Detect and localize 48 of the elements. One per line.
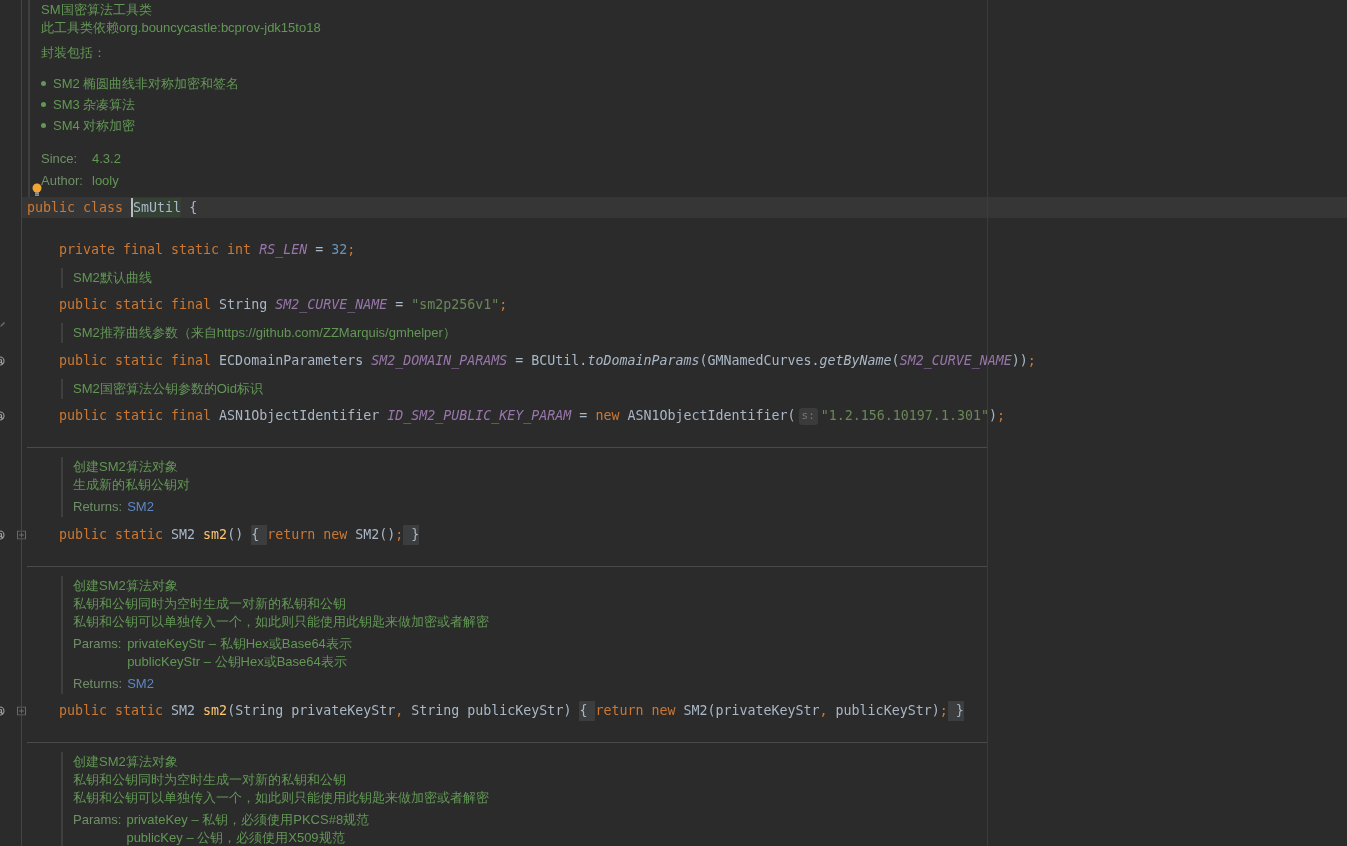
doc-text: SM2 椭圆曲线非对称加密和签名 (53, 74, 240, 93)
doc-text: looly (92, 172, 119, 190)
tag-label: Returns: (73, 498, 123, 516)
doc-text: SM4 对称加密 (53, 116, 136, 135)
doc-text: SM3 杂凑算法 (53, 95, 136, 114)
doc-text: 4.3.2 (92, 150, 121, 168)
doc-text: 创建SM2算法对象 (73, 576, 178, 595)
doc-text: 创建SM2算法对象 (73, 458, 178, 476)
tag-label: Author: (41, 172, 84, 190)
fold-icon[interactable] (17, 706, 26, 716)
doc-text: 创建SM2算法对象 (73, 753, 178, 771)
bullet-icon (41, 81, 46, 86)
lightbulb-icon[interactable] (32, 183, 42, 196)
code-line: private final static int RS_LEN = 32; (58, 240, 357, 260)
doc-text: 生成新的私钥公钥对 (73, 476, 190, 494)
link[interactable]: SM2 (127, 674, 154, 693)
code-line: public static final ASN1ObjectIdentifier ID_SM2_PUBLIC_KEY_PARAM = new ASN1ObjectIdentifier( s: "1.2.156.10197.1.301"); (58, 407, 1006, 427)
code-line: public static SM2 sm2() { return new SM2(); } (22, 521, 1347, 549)
doc-text: SM2国密算法公钥参数的Oid标识 (73, 379, 263, 398)
doc-text: publicKey – 公钥，必须使用X509规范 (126, 829, 345, 846)
code-line: public static SM2 sm2(String privateKeyStr, String publicKeyStr) { return new SM2(privateKeyStr, publicKeyStr); } (22, 697, 1347, 725)
gutter-marker-icon[interactable] (0, 706, 6, 717)
doc-text: 封装包括： (41, 44, 106, 62)
gutter-marker-icon[interactable] (0, 355, 6, 366)
doc-text: 私钥和公钥可以单独传入一个，如此则只能使用此钥匙来做加密或者解密 (73, 789, 489, 807)
doc-text: privateKeyStr – 私钥Hex或Base64表示 (127, 634, 352, 653)
code-line: public static final String SM2_CURVE_NAME = "sm2p256v1"; (58, 296, 509, 315)
doc-text: 私钥和公钥可以单独传入一个，如此则只能使用此钥匙来做加密或者解密 (73, 612, 489, 631)
code-line: public static final ECDomainParameters SM2_DOMAIN_PARAMS = BCUtil.toDomainParams(GMNamedCurves.getByName(SM2_CURVE_NAME)); (58, 351, 1037, 371)
doc-text: 私钥和公钥同时为空时生成一对新的私钥和公钥 (73, 771, 346, 789)
doc-text: publicKeyStr – 公钥Hex或Base64表示 (127, 652, 347, 671)
tag-label: Since: (41, 150, 79, 168)
bullet-icon (41, 123, 46, 128)
gutter-marker-icon[interactable] (0, 411, 6, 422)
tag-label: Returns: (73, 674, 123, 693)
link[interactable]: SM2 (127, 498, 154, 516)
fold-icon[interactable] (17, 530, 26, 540)
gutter-marker-icon[interactable] (0, 529, 6, 540)
pencil-icon[interactable] (0, 321, 6, 327)
doc-text: SM2默认曲线 (73, 268, 152, 287)
doc-text: privateKey – 私钥，必须使用PKCS#8规范 (126, 811, 370, 829)
doc-text: 私钥和公钥同时为空时生成一对新的私钥和公钥 (73, 594, 346, 613)
doc-text: SM2推荐曲线参数（来自https://github.com/ZZMarquis/gmhelper） (73, 324, 456, 342)
tag-label: Params: (73, 811, 122, 829)
tag-label: Params: (73, 634, 122, 653)
bullet-icon (41, 102, 46, 107)
doc-text: SM国密算法工具类 (41, 1, 152, 19)
doc-text: 此工具类依赖org.bouncycastle:bcprov-jdk15to18 (41, 19, 321, 37)
